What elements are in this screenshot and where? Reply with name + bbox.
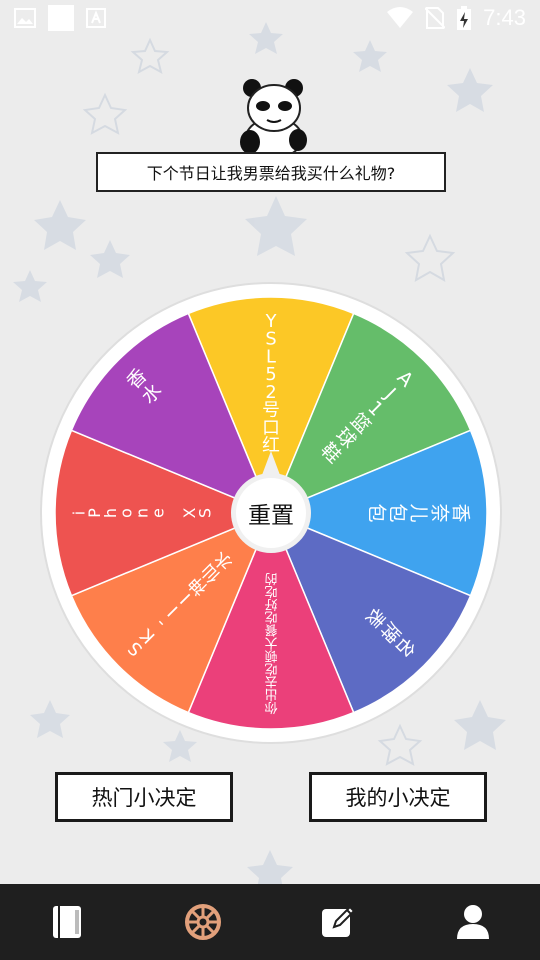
profile-icon xyxy=(456,905,489,939)
nav-tab-wheel[interactable] xyxy=(135,884,270,960)
wheel-icon xyxy=(184,904,221,940)
svg-text:的: 的 xyxy=(265,570,278,586)
svg-text:S: S xyxy=(196,508,215,518)
my-decisions-button[interactable]: 我的小决定 xyxy=(309,772,487,822)
wheel-segment-label: 你出去吃顿大餐吃好吃的 xyxy=(264,570,277,714)
wheel-segment-label: iPhone XS xyxy=(69,507,214,518)
svg-text:儿: 儿 xyxy=(408,503,430,522)
my-decisions-label: 我的小决定 xyxy=(345,786,451,810)
nav-tab-library[interactable] xyxy=(0,884,135,960)
reset-button-label: 重置 xyxy=(248,503,294,529)
book-icon xyxy=(52,906,81,938)
nav-tab-profile[interactable] xyxy=(405,884,540,960)
edit-icon xyxy=(321,905,355,937)
svg-text:香: 香 xyxy=(450,503,472,522)
hot-decisions-label: 热门小决定 xyxy=(91,786,197,810)
hot-decisions-button[interactable]: 热门小决定 xyxy=(55,772,233,822)
decision-wheel[interactable]: YSL52号口红AJ1篮球鞋香奈儿包包名牌表你出去吃顿大餐吃好吃的SK-II神仙… xyxy=(0,0,540,884)
wheel-segment-label: 香奈儿包包 xyxy=(366,503,472,522)
wheel-container: YSL52号口红AJ1篮球鞋香奈儿包包名牌表你出去吃顿大餐吃好吃的SK-II神仙… xyxy=(0,0,540,884)
svg-text:奈: 奈 xyxy=(429,503,451,522)
svg-text:包: 包 xyxy=(366,503,388,522)
bottom-nav xyxy=(0,884,540,960)
svg-text:包: 包 xyxy=(387,503,409,522)
nav-tab-edit[interactable] xyxy=(270,884,405,960)
reset-button[interactable]: 重置 xyxy=(233,475,309,551)
svg-text:e: e xyxy=(148,508,167,518)
